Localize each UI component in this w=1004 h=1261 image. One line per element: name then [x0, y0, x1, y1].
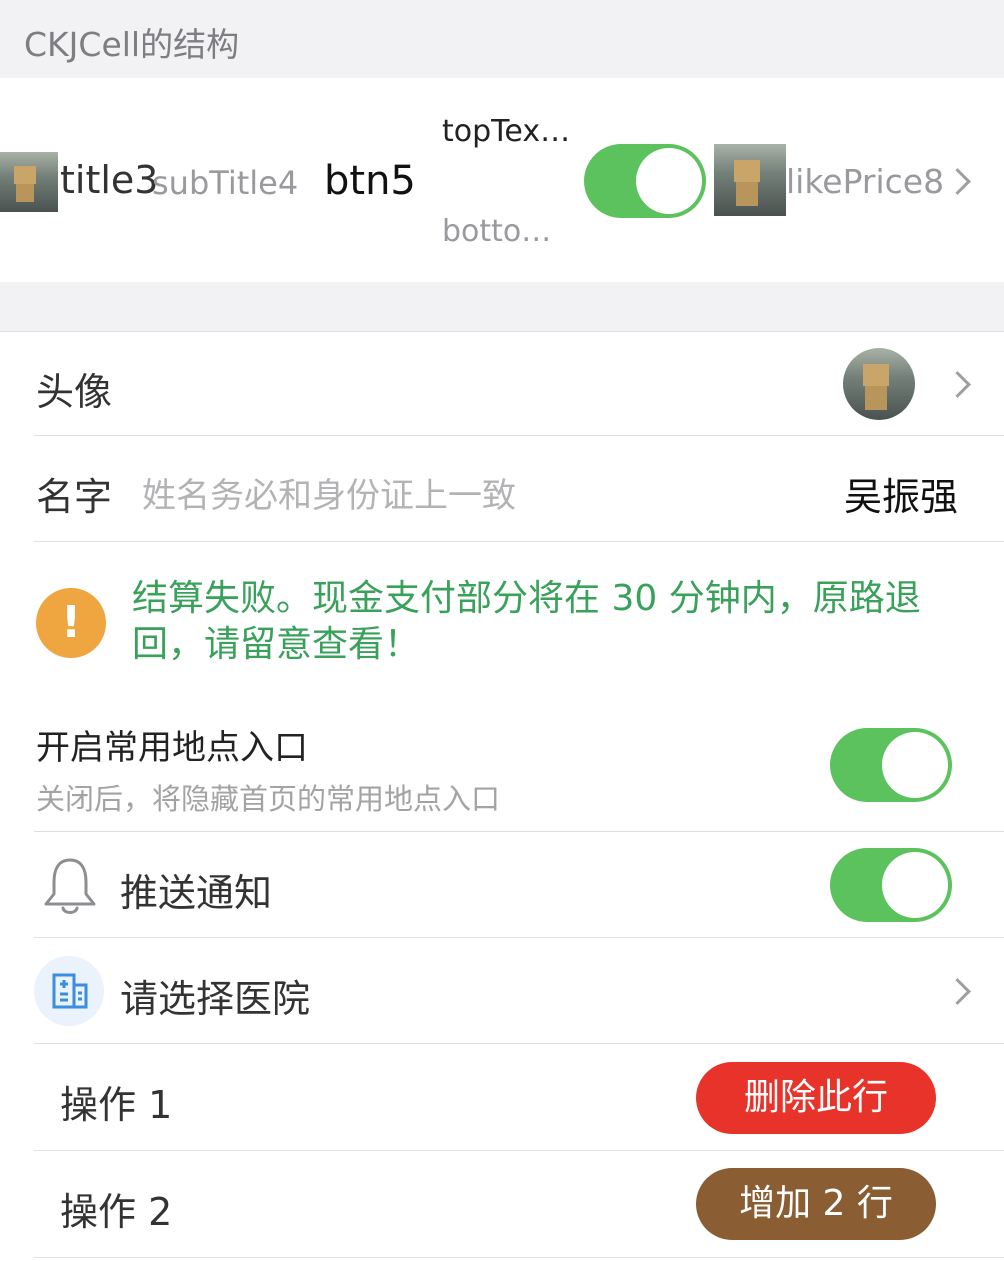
section-title: CKJCell的结构 — [24, 25, 240, 64]
cell-title: title3 — [60, 158, 159, 202]
toggle-knob — [882, 732, 948, 798]
section-header: CKJCell的结构 — [0, 0, 1004, 78]
name-label: 名字 — [36, 475, 113, 519]
bottom-text: botto… — [442, 214, 552, 249]
structure-toggle[interactable] — [584, 144, 706, 218]
hospital-icon-bg — [34, 956, 104, 1026]
chevron-right-icon — [944, 168, 971, 195]
structure-cell[interactable]: title3 subTitle4 btn5 topTex… botto… lik… — [0, 78, 1004, 282]
divider — [34, 1257, 1004, 1258]
push-toggle[interactable] — [830, 848, 952, 922]
add-rows-button[interactable]: 增加 2 行 — [696, 1168, 936, 1240]
thumbnail-image — [0, 152, 58, 212]
push-label: 推送通知 — [120, 871, 273, 915]
action-label: 操作 2 — [60, 1190, 173, 1234]
hospital-row[interactable]: 请选择医院 — [0, 938, 1004, 1043]
push-notification-row: 推送通知 — [0, 832, 1004, 937]
product-image — [714, 144, 786, 216]
action-label: 操作 1 — [60, 1083, 173, 1127]
exclamation-icon: ! — [36, 588, 106, 658]
action-row: 操作 2 增加 2 行 — [0, 1151, 1004, 1257]
avatar-label: 头像 — [36, 370, 113, 414]
name-value[interactable]: 吴振强 — [844, 466, 958, 521]
frequent-places-title: 开启常用地点入口 — [36, 728, 308, 768]
like-price: likePrice8 — [786, 162, 945, 201]
action-row: 操作 1 删除此行 — [0, 1044, 1004, 1150]
delete-row-button[interactable]: 删除此行 — [696, 1062, 936, 1134]
frequent-places-row: 开启常用地点入口 关闭后，将隐藏首页的常用地点入口 — [0, 700, 1004, 831]
chevron-right-icon — [944, 371, 971, 398]
name-placeholder[interactable]: 姓名务必和身份证上一致 — [142, 468, 516, 517]
avatar[interactable] — [843, 348, 915, 420]
avatar-row[interactable]: 头像 — [0, 331, 1004, 436]
hospital-label: 请选择医院 — [120, 977, 311, 1021]
chevron-right-icon — [944, 978, 971, 1005]
alert-message: 结算失败。现金支付部分将在 30 分钟内，原路退回，请留意查看！ — [132, 578, 921, 665]
btn5-button[interactable]: btn5 — [324, 158, 416, 204]
top-text: topTex… — [442, 114, 571, 149]
alert-row: ! 结算失败。现金支付部分将在 30 分钟内，原路退回，请留意查看！ — [0, 542, 1004, 688]
bell-icon — [44, 858, 96, 914]
hospital-building-icon — [52, 973, 88, 1009]
name-row[interactable]: 名字 姓名务必和身份证上一致 吴振强 — [0, 436, 1004, 541]
cell-subtitle: subTitle4 — [152, 164, 299, 202]
toggle-knob — [882, 852, 948, 918]
frequent-places-toggle[interactable] — [830, 728, 952, 802]
toggle-knob — [636, 148, 702, 214]
frequent-places-subtitle: 关闭后，将隐藏首页的常用地点入口 — [36, 782, 501, 816]
